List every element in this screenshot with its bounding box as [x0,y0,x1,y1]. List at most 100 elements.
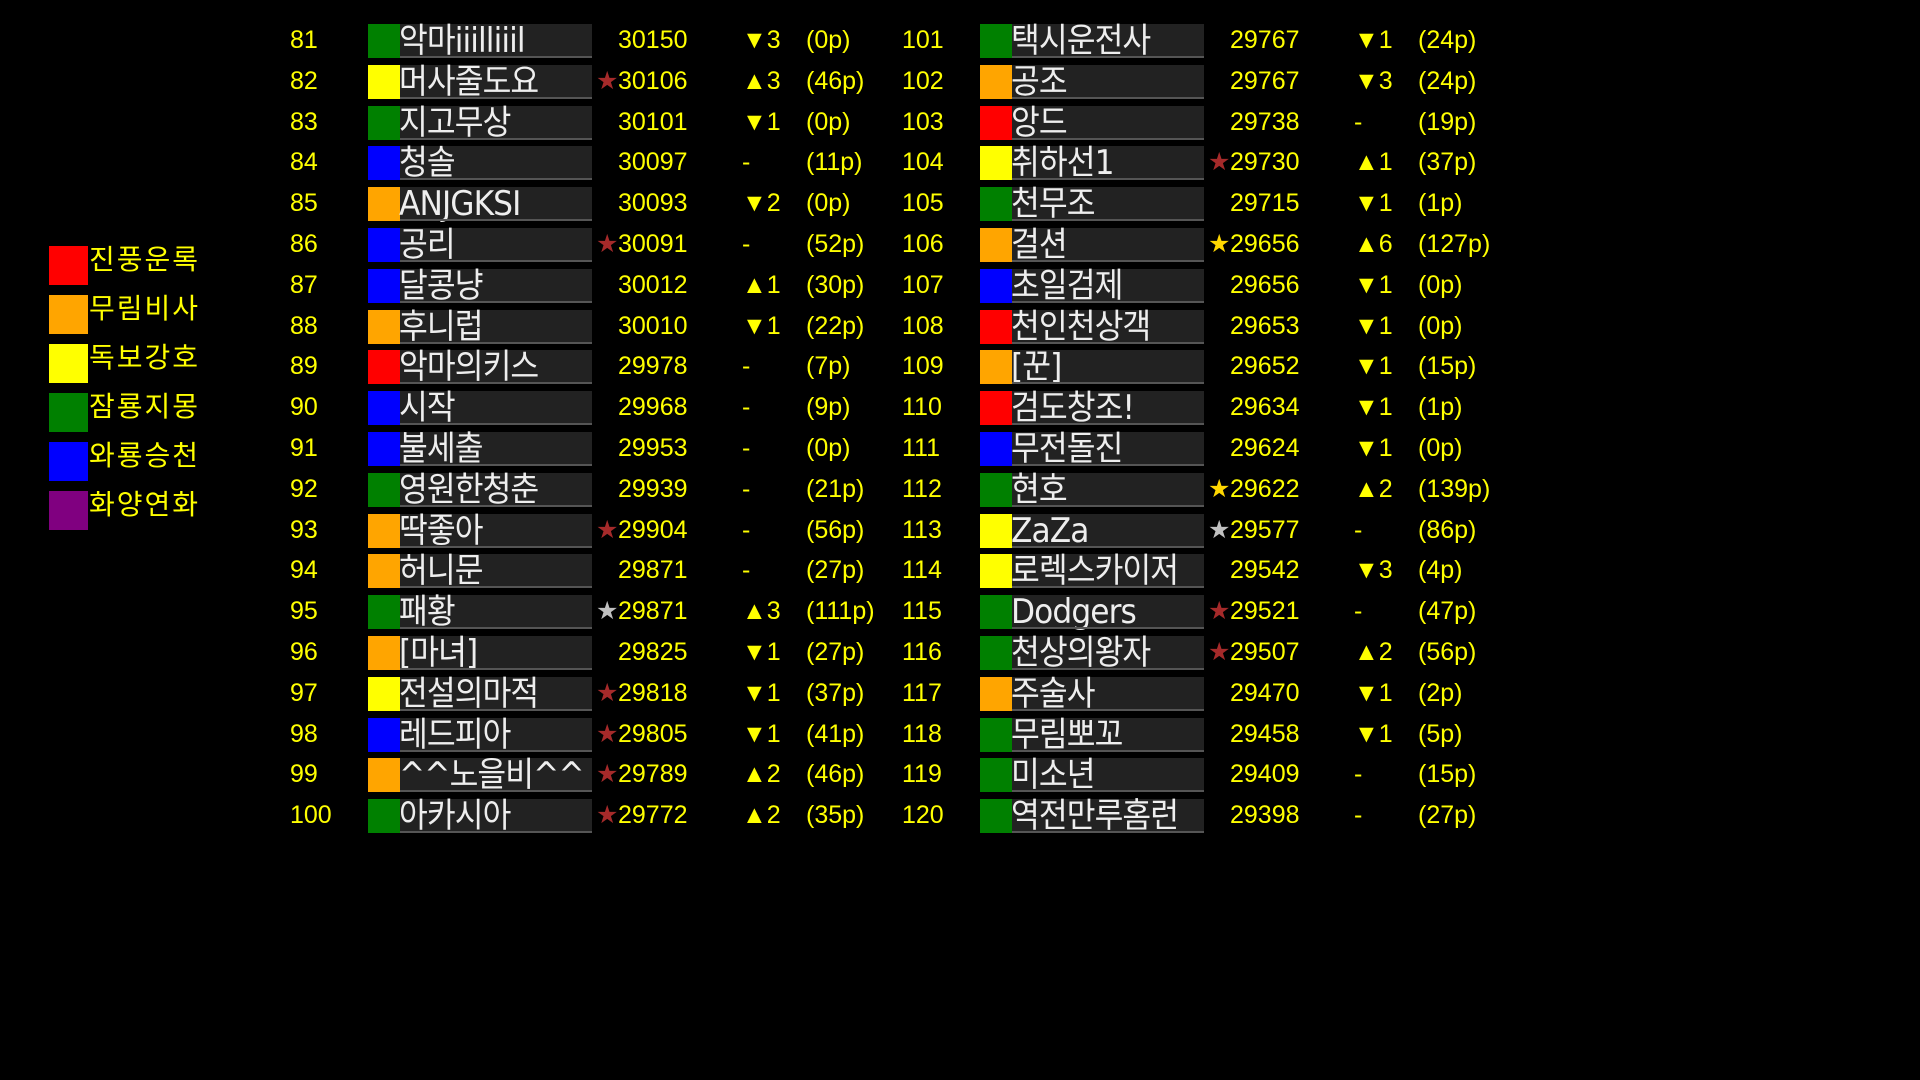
team-color-swatch [368,64,400,99]
player-name: 천인천상객 [1011,306,1151,347]
player-name-bar: 무림뽀꼬 [980,717,1204,752]
ranking-row: 105 천무조 29715 ▼1 (1p) [612,183,1562,224]
score: 29542 [1230,556,1300,585]
ranking-row: 112 현호 ★ 29622 ▲2 (139p) [612,469,1562,510]
ranking-column-right: 101 택시운전사 29767 ▼1 (24p) 102 공조 29767 ▼3 (24p) 103… [612,20,1562,836]
rank-change: ▼1 [1354,393,1393,422]
score: 29738 [1230,107,1300,136]
player-name-bar: 역전만루홈런 [980,799,1204,834]
player-name: 공조 [1011,61,1068,102]
player-name: ^^노을비^^ [399,755,585,796]
score: 29653 [1230,311,1300,340]
rank-change: ▼3 [1354,66,1393,95]
name-divider [1012,341,1204,344]
rank-change: ▼1 [1354,311,1393,340]
name-divider [400,708,592,711]
ranking-row: 116 천상의왕자 ★ 29507 ▲2 (56p) [612,632,1562,673]
ranking-row: 118 무림뽀꼬 29458 ▼1 (5p) [612,714,1562,755]
points-gained: (24p) [1418,26,1477,54]
team-color-swatch [980,227,1012,262]
score: 29521 [1230,597,1300,626]
rank-number: 102 [902,66,944,95]
rank-change: - [1354,801,1363,830]
score: 29767 [1230,66,1300,95]
rank-number: 104 [902,148,944,177]
ranking-row: 115 Dodgers ★ 29521 - (47p) [612,591,1562,632]
player-name-bar: 딱좋아 [368,513,592,548]
player-name-bar: 걸션 [980,227,1204,262]
ranking-row: 119 미소년 29409 - (15p) [612,754,1562,795]
score: 29398 [1230,801,1300,830]
team-color-swatch [980,799,1012,834]
points-gained: (139p) [1418,474,1491,503]
player-name: 천상의왕자 [1011,632,1151,673]
rank-number: 82 [290,66,318,95]
player-name-bar: 시작 [368,391,592,426]
team-color-swatch [368,187,400,222]
ranking-row: 102 공조 29767 ▼3 (24p) [612,61,1562,102]
rank-number: 81 [290,26,318,54]
rank-number: 105 [902,189,944,218]
name-divider [1012,178,1204,181]
name-divider [400,382,592,385]
name-divider [400,96,592,99]
points-gained: (86p) [1418,515,1477,544]
rank-number: 90 [290,393,318,422]
player-name: 청솔 [399,143,456,184]
team-color-swatch [368,431,400,466]
rank-change: ▼3 [1354,556,1393,585]
team-color-swatch [980,24,1012,58]
rank-number: 100 [290,801,332,830]
ranking-row: 111 무전돌진 29624 ▼1 (0p) [612,428,1562,469]
rank-number: 118 [902,719,942,748]
name-divider [1012,463,1204,466]
rank-number: 86 [290,229,318,258]
player-name: [꾼] [1011,347,1062,388]
player-name-bar: 허니문 [368,554,592,589]
name-divider [400,749,592,752]
ranking-row: 108 천인천상객 29653 ▼1 (0p) [612,306,1562,347]
rank-change: ▼1 [1354,270,1393,299]
player-name-bar: 무전돌진 [980,431,1204,466]
rank-change: ▼1 [1354,433,1393,462]
name-divider [400,667,592,670]
name-divider [1012,56,1204,58]
rank-number: 117 [902,678,942,707]
score: 29634 [1230,393,1300,422]
name-divider [400,790,592,793]
name-divider [1012,749,1204,752]
player-name-bar: 취하선1 [980,146,1204,181]
points-gained: (4p) [1418,556,1463,585]
rank-number: 115 [902,597,942,626]
player-name: 달콩냥 [399,265,483,306]
player-name-bar: 앙드 [980,102,1204,143]
rank-change: - [1354,515,1363,544]
score: 29458 [1230,719,1300,748]
score: 29656 [1230,270,1300,299]
team-color-swatch [980,595,1012,630]
player-name-bar: 전설의마적 [368,673,592,714]
player-name: 전설의마적 [399,673,539,714]
player-name-bar: ^^노을비^^ [368,755,592,796]
points-gained: (0p) [1418,270,1463,299]
team-color-swatch [368,676,400,711]
name-divider [400,627,592,630]
player-name: 검도창조! [1011,388,1135,429]
team-color-swatch [980,431,1012,466]
ranking-row: 104 취하선1 ★ 29730 ▲1 (37p) [612,142,1562,183]
player-name-bar: 현호 [980,472,1204,507]
player-name: 앙드 [1011,102,1068,143]
team-color-swatch [368,391,400,426]
player-name: 초일검제 [1011,265,1123,306]
player-name-bar: 영원한청춘 [368,472,592,507]
score: 29730 [1230,148,1300,177]
player-name: 불세출 [399,428,483,469]
white-star-icon: ★ [1208,515,1231,544]
score: 29622 [1230,474,1300,503]
rank-number: 94 [290,556,318,585]
score: 29767 [1230,26,1300,54]
rank-change: ▲1 [1354,148,1393,177]
rank-number: 108 [902,311,944,340]
rank-number: 87 [290,270,318,299]
team-color-swatch [980,554,1012,589]
